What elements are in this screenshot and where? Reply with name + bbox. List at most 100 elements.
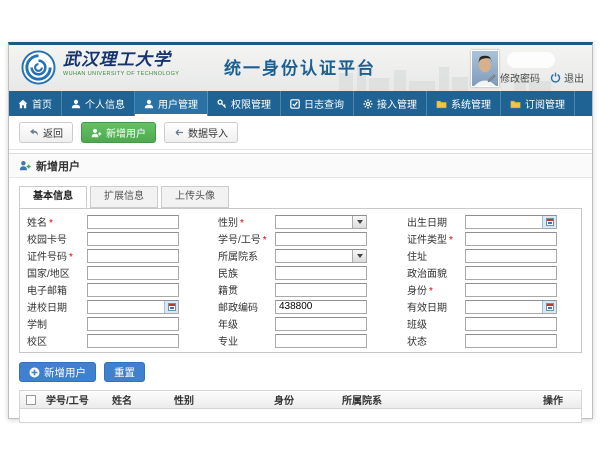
campus-input[interactable] — [87, 334, 179, 348]
power-icon — [550, 72, 561, 83]
tab-upload-avatar[interactable]: 上传头像 — [161, 186, 229, 208]
field-label: 有效日期 — [407, 299, 465, 314]
user-table: 学号/工号 姓名 性别 身份 所属院系 操作 — [19, 390, 582, 423]
tab-extended-info[interactable]: 扩展信息 — [90, 186, 158, 208]
data-import-button[interactable]: 数据导入 — [164, 122, 238, 143]
person-plus-icon — [19, 160, 31, 171]
cityscape-silhouette — [409, 81, 435, 91]
logout-label: 退出 — [564, 70, 584, 85]
change-password-link[interactable]: 修改密码 — [487, 70, 540, 85]
class-input[interactable] — [465, 317, 557, 331]
field-label: 证件类型* — [407, 231, 465, 246]
ethnicity-input[interactable] — [275, 266, 367, 280]
postal-code-input[interactable] — [275, 300, 367, 314]
calendar-icon[interactable] — [164, 301, 178, 313]
nav-tab-home[interactable]: 首页 — [9, 91, 62, 116]
nav-tab-permission-management[interactable]: 权限管理 — [208, 91, 281, 116]
birth-date-input[interactable] — [465, 215, 557, 229]
empty-table-row — [20, 409, 581, 422]
submit-button-label: 新增用户 — [44, 365, 86, 380]
field-address: 住址 — [407, 248, 581, 263]
submit-new-user-button[interactable]: 新增用户 — [19, 362, 96, 382]
status-input[interactable] — [465, 334, 557, 348]
column-header-identity: 身份 — [270, 392, 338, 407]
back-button[interactable]: 返回 — [19, 122, 73, 143]
nav-tab-system-management[interactable]: 系统管理 — [427, 91, 501, 116]
logout-link[interactable]: 退出 — [550, 70, 584, 85]
basic-info-form: 姓名* 性别* 出生日期 校园卡号 学号/工号* 证件类型* — [19, 208, 582, 353]
nav-tab-user-management[interactable]: 用户管理 — [135, 91, 208, 116]
political-status-input[interactable] — [465, 266, 557, 280]
app-window: 武汉理工大学 WUHAN UNIVERSITY OF TECHNOLOGY 统一… — [8, 42, 593, 419]
new-user-toolbar-button[interactable]: 新增用户 — [81, 122, 156, 143]
nav-tab-access-management[interactable]: 接入管理 — [354, 91, 427, 116]
field-label: 住址 — [407, 248, 465, 263]
calendar-icon[interactable] — [542, 301, 556, 313]
country-region-input[interactable] — [87, 266, 179, 280]
form-row: 电子邮箱 籍贯 身份* — [20, 281, 581, 298]
id-type-input[interactable] — [465, 232, 557, 246]
name-input[interactable] — [87, 215, 179, 229]
university-logo — [21, 50, 56, 85]
nav-tab-label: 接入管理 — [377, 96, 417, 111]
chevron-down-icon[interactable] — [352, 250, 366, 262]
field-label: 年级 — [218, 316, 275, 331]
field-student-id: 学号/工号* — [218, 231, 407, 246]
grade-input[interactable] — [275, 317, 367, 331]
native-place-input[interactable] — [275, 283, 367, 297]
panel-heading: 新增用户 — [9, 153, 592, 178]
gender-select[interactable] — [275, 215, 367, 229]
campus-card-input[interactable] — [87, 232, 179, 246]
field-label: 电子邮箱 — [27, 282, 87, 297]
data-import-label: 数据导入 — [188, 125, 228, 140]
field-label: 政治面貌 — [407, 265, 465, 280]
form-tabs: 基本信息 扩展信息 上传头像 — [9, 178, 592, 208]
field-label: 姓名* — [27, 214, 87, 229]
student-id-input[interactable] — [275, 232, 367, 246]
form-row: 校区 专业 状态 — [20, 332, 581, 349]
major-input[interactable] — [275, 334, 367, 348]
field-label: 学制 — [27, 316, 87, 331]
app-header: 武汉理工大学 WUHAN UNIVERSITY OF TECHNOLOGY 统一… — [9, 45, 592, 91]
calendar-icon[interactable] — [542, 216, 556, 228]
cityscape-silhouette — [439, 67, 449, 91]
key-icon — [217, 99, 227, 109]
field-label: 国家/地区 — [27, 265, 87, 280]
column-header-department: 所属院系 — [338, 392, 539, 407]
user-table-header: 学号/工号 姓名 性别 身份 所属院系 操作 — [20, 391, 581, 409]
header-links: 修改密码 退出 — [487, 70, 584, 85]
valid-date-input[interactable] — [465, 300, 557, 314]
entry-date-input[interactable] — [87, 300, 179, 314]
id-number-input[interactable] — [87, 249, 179, 263]
nav-tab-label: 用户管理 — [158, 96, 198, 111]
email-input[interactable] — [87, 283, 179, 297]
required-asterisk: * — [49, 218, 53, 229]
main-nav: 首页 个人信息 用户管理 权限管理 日志查询 接入管理 系统管理 订阅管理 — [9, 91, 592, 116]
education-length-input[interactable] — [87, 317, 179, 331]
nav-tab-log-query[interactable]: 日志查询 — [281, 91, 354, 116]
nav-tab-label: 系统管理 — [451, 96, 491, 111]
cityscape-silhouette — [452, 77, 468, 91]
column-header-student-id: 学号/工号 — [42, 392, 108, 407]
field-class: 班级 — [407, 316, 581, 331]
field-label: 出生日期 — [407, 214, 465, 229]
field-postal-code: 邮政编码 — [218, 299, 407, 314]
nav-tab-label: 日志查询 — [304, 96, 344, 111]
tab-basic-info[interactable]: 基本信息 — [19, 186, 87, 208]
select-all-checkbox[interactable] — [26, 395, 36, 405]
person-icon — [144, 99, 154, 109]
department-select[interactable] — [275, 249, 367, 263]
plus-circle-icon — [29, 367, 40, 378]
reset-button[interactable]: 重置 — [104, 362, 145, 382]
nav-tab-label: 权限管理 — [231, 96, 271, 111]
new-user-toolbar-label: 新增用户 — [106, 125, 146, 140]
cityscape-silhouette — [394, 70, 406, 91]
nav-tab-label: 首页 — [32, 96, 52, 111]
chevron-down-icon[interactable] — [352, 216, 366, 228]
field-identity: 身份* — [407, 282, 581, 297]
address-input[interactable] — [465, 249, 557, 263]
identity-input[interactable] — [465, 283, 557, 297]
nav-tab-personal-info[interactable]: 个人信息 — [62, 91, 135, 116]
required-asterisk: * — [69, 252, 73, 263]
nav-tab-subscription-management[interactable]: 订阅管理 — [501, 91, 575, 116]
